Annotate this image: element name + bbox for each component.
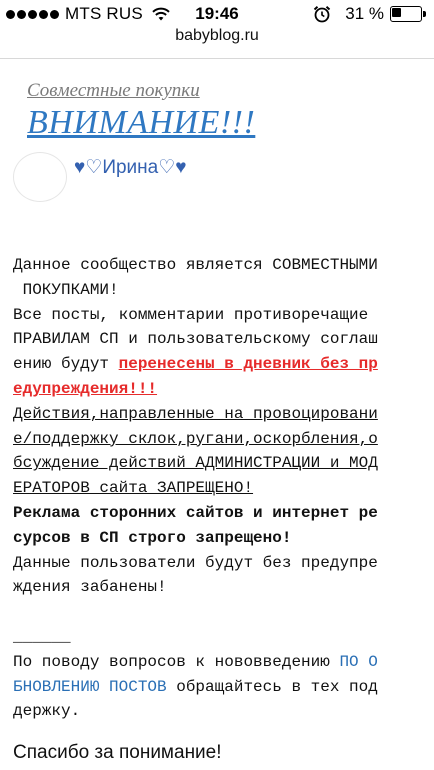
status-bar: MTS RUS 19:46 31 %	[0, 0, 434, 28]
community-link[interactable]: Совместные покупки	[27, 80, 200, 102]
body-line: бсуждение действий АДМИНИСТРАЦИИ и МОД	[13, 454, 378, 473]
post-body: Данное сообщество является СОВМЕСТНЫМИ П…	[13, 253, 423, 724]
header-divider	[0, 58, 434, 59]
update-link[interactable]: ПО О	[339, 653, 377, 671]
warning-text: перенесены в дневник без пр	[118, 355, 378, 374]
post-title[interactable]: ВНИМАНИЕ!!!	[27, 104, 255, 142]
body-line: ждения забанены!	[13, 578, 167, 597]
body-text: По поводу вопросов к нововведению	[13, 652, 340, 671]
battery-icon	[390, 6, 426, 22]
body-line: е/поддержку склок,ругани,оскорбления,о	[13, 429, 378, 448]
body-line: БНОВЛЕНИЮ ПОСТОВ обращайтесь в тех под	[13, 675, 423, 700]
body-line	[13, 600, 423, 625]
body-text: ению будут	[13, 355, 119, 374]
body-text: обращайтесь в тех под	[166, 677, 378, 696]
body-line: Действия,направленные на провоцировани	[13, 404, 378, 423]
author-name[interactable]: ♥♡Ирина♡♥	[74, 156, 187, 179]
warning-text: едупреждения!!!	[13, 379, 158, 398]
body-line: держку.	[13, 702, 81, 721]
thanks-text: Спасибо за понимание!	[13, 742, 222, 763]
body-line: ПРАВИЛАМ СП и пользовательскому соглаш	[13, 330, 378, 349]
alarm-icon	[314, 6, 331, 23]
body-line: сурсов в СП строго запрещено!	[13, 528, 292, 547]
separator-line: ______	[13, 627, 71, 646]
battery-percentage: 31 %	[345, 4, 384, 23]
body-line: Все посты, комментарии противоречащие	[13, 305, 378, 324]
status-bar-right: 31 %	[313, 4, 426, 24]
body-line: Реклама сторонних сайтов и интернет ре	[13, 503, 378, 522]
body-line: По поводу вопросов к нововведению ПО О	[13, 650, 423, 675]
body-line: ЕРАТОРОВ сайта ЗАПРЕЩЕНО!	[13, 479, 254, 498]
body-line: Данные пользователи будут без предупре	[13, 553, 378, 572]
url-bar[interactable]: babyblog.ru	[0, 27, 434, 45]
avatar[interactable]	[13, 152, 67, 202]
update-link[interactable]: БНОВЛЕНИЮ ПОСТОВ	[13, 678, 167, 696]
body-line: ению будут перенесены в дневник без пр	[13, 352, 423, 377]
body-line: Данное сообщество является СОВМЕСТНЫМИ	[13, 256, 378, 274]
body-line: ПОКУПКАМИ!	[13, 280, 119, 299]
